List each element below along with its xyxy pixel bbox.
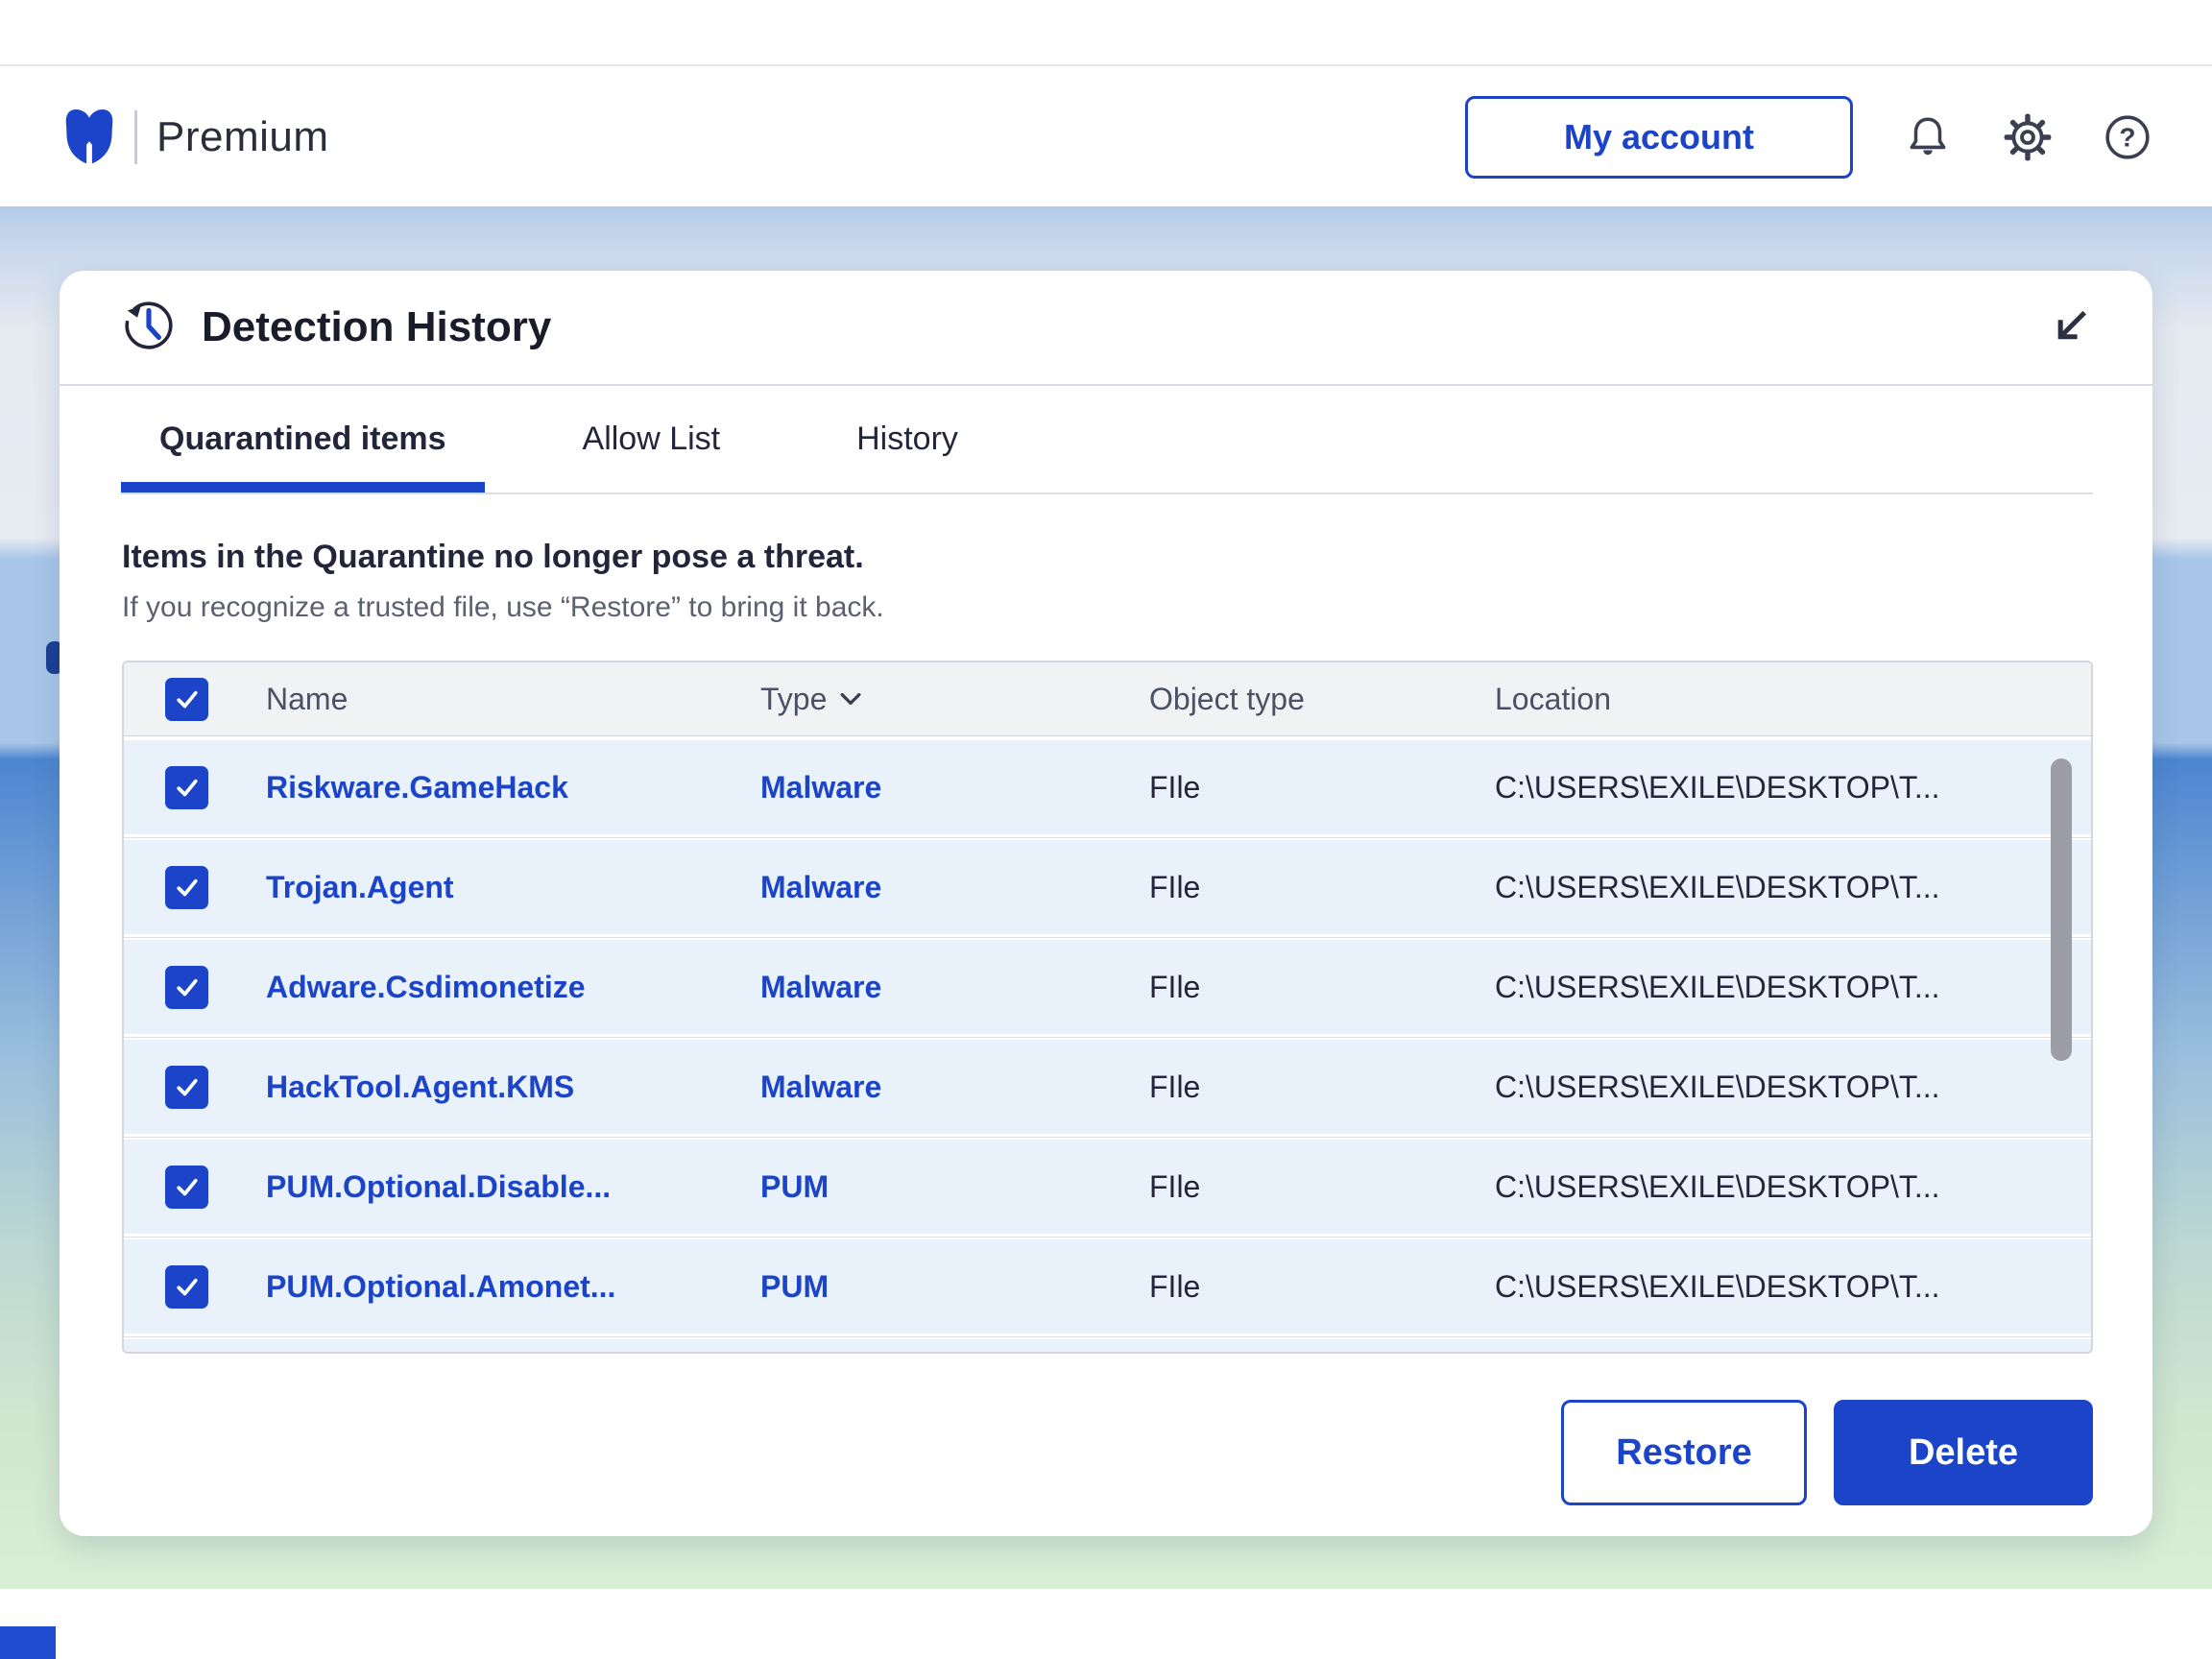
select-all-checkbox[interactable] [165,678,208,721]
svg-text:?: ? [2119,122,2135,152]
table-scrollbar-thumb[interactable] [2051,758,2072,1061]
row-checkbox[interactable] [165,866,208,909]
browser-top-strip [0,0,2212,66]
detection-history-panel: Detection History Quarantined items Allo… [60,271,2152,1536]
object-type: FIle [1149,870,1495,905]
brand-divider [134,110,137,164]
tab-bar: Quarantined items Allow List History [121,386,2093,494]
row-checkbox[interactable] [165,1265,208,1309]
malwarebytes-logo-icon [63,106,115,170]
file-location: C:\USERS\EXILE\DESKTOP\T... [1495,1269,2091,1305]
chevron-down-icon [840,692,861,706]
file-location: C:\USERS\EXILE\DESKTOP\T... [1495,770,2091,805]
panel-title: Detection History [202,303,551,351]
threat-name-link[interactable]: Trojan.Agent [266,870,760,905]
row-checkbox[interactable] [165,766,208,809]
threat-type: PUM [760,1269,1149,1305]
row-checkbox[interactable] [165,1066,208,1109]
table-row[interactable]: Adware.Csdimonetize Malware FIle C:\USER… [124,940,2091,1034]
tab-history[interactable]: History [818,386,997,493]
threat-type: Malware [760,870,1149,905]
notifications-bell-icon[interactable] [1903,112,1953,162]
brand: Premium [63,106,329,170]
quarantine-description-secondary: If you recognize a trusted file, use “Re… [122,591,2152,624]
object-type: FIle [1149,1269,1495,1305]
settings-gear-icon[interactable] [2003,112,2053,162]
file-location: C:\USERS\EXILE\DESKTOP\T... [1495,1070,2091,1105]
threat-name-link[interactable]: HackTool.Agent.KMS [266,1070,760,1105]
history-clock-icon [121,298,177,358]
delete-button[interactable]: Delete [1834,1400,2093,1505]
object-type: FIle [1149,1070,1495,1105]
help-question-icon[interactable]: ? [2103,112,2152,162]
file-location: C:\USERS\EXILE\DESKTOP\T... [1495,1169,2091,1205]
header-controls: My account [1465,68,2152,206]
panel-header: Detection History [60,271,2152,386]
table-row[interactable]: Riskware.GameHack Malware FIle C:\USERS\… [124,740,2091,834]
my-account-button[interactable]: My account [1465,96,1853,179]
row-checkbox[interactable] [165,1166,208,1209]
table-row[interactable]: PUM.Optional.Disable... PUM FIle C:\USER… [124,1140,2091,1234]
app-header: Premium My account [0,68,2212,206]
partial-row [124,1339,2091,1352]
panel-footer: Restore Delete [60,1400,2093,1505]
column-header-type[interactable]: Type [760,682,1149,717]
threat-type: Malware [760,970,1149,1005]
table-row[interactable]: Trojan.Agent Malware FIle C:\USERS\EXILE… [124,840,2091,934]
threat-type: PUM [760,1169,1149,1205]
tab-allow-list[interactable]: Allow List [544,386,759,493]
threat-name-link[interactable]: PUM.Optional.Amonet... [266,1269,760,1305]
threat-name-link[interactable]: Riskware.GameHack [266,770,760,805]
row-checkbox[interactable] [165,966,208,1009]
tab-quarantined-items[interactable]: Quarantined items [121,386,485,493]
file-location: C:\USERS\EXILE\DESKTOP\T... [1495,970,2091,1005]
column-header-object-type: Object type [1149,682,1495,717]
quarantine-table: Name Type Object type Location Riskware.… [122,661,2093,1354]
file-location: C:\USERS\EXILE\DESKTOP\T... [1495,870,2091,905]
column-header-name: Name [266,682,760,717]
table-row[interactable]: PUM.Optional.Amonet... PUM FIle C:\USERS… [124,1239,2091,1334]
object-type: FIle [1149,970,1495,1005]
object-type: FIle [1149,770,1495,805]
quarantine-description-primary: Items in the Quarantine no longer pose a… [122,539,2152,576]
object-type: FIle [1149,1169,1495,1205]
collapse-arrow-icon[interactable] [2047,305,2093,351]
threat-type: Malware [760,1070,1149,1105]
bottom-left-accent-bar [0,1626,56,1659]
brand-name: Premium [156,113,329,161]
app-window: Premium My account [0,0,2212,1659]
threat-name-link[interactable]: Adware.Csdimonetize [266,970,760,1005]
table-row[interactable]: HackTool.Agent.KMS Malware FIle C:\USERS… [124,1040,2091,1134]
table-header-row: Name Type Object type Location [124,662,2091,736]
threat-type: Malware [760,770,1149,805]
threat-name-link[interactable]: PUM.Optional.Disable... [266,1169,760,1205]
restore-button[interactable]: Restore [1561,1400,1807,1505]
column-header-location: Location [1495,682,2091,717]
table-body: Riskware.GameHack Malware FIle C:\USERS\… [124,736,2091,1334]
